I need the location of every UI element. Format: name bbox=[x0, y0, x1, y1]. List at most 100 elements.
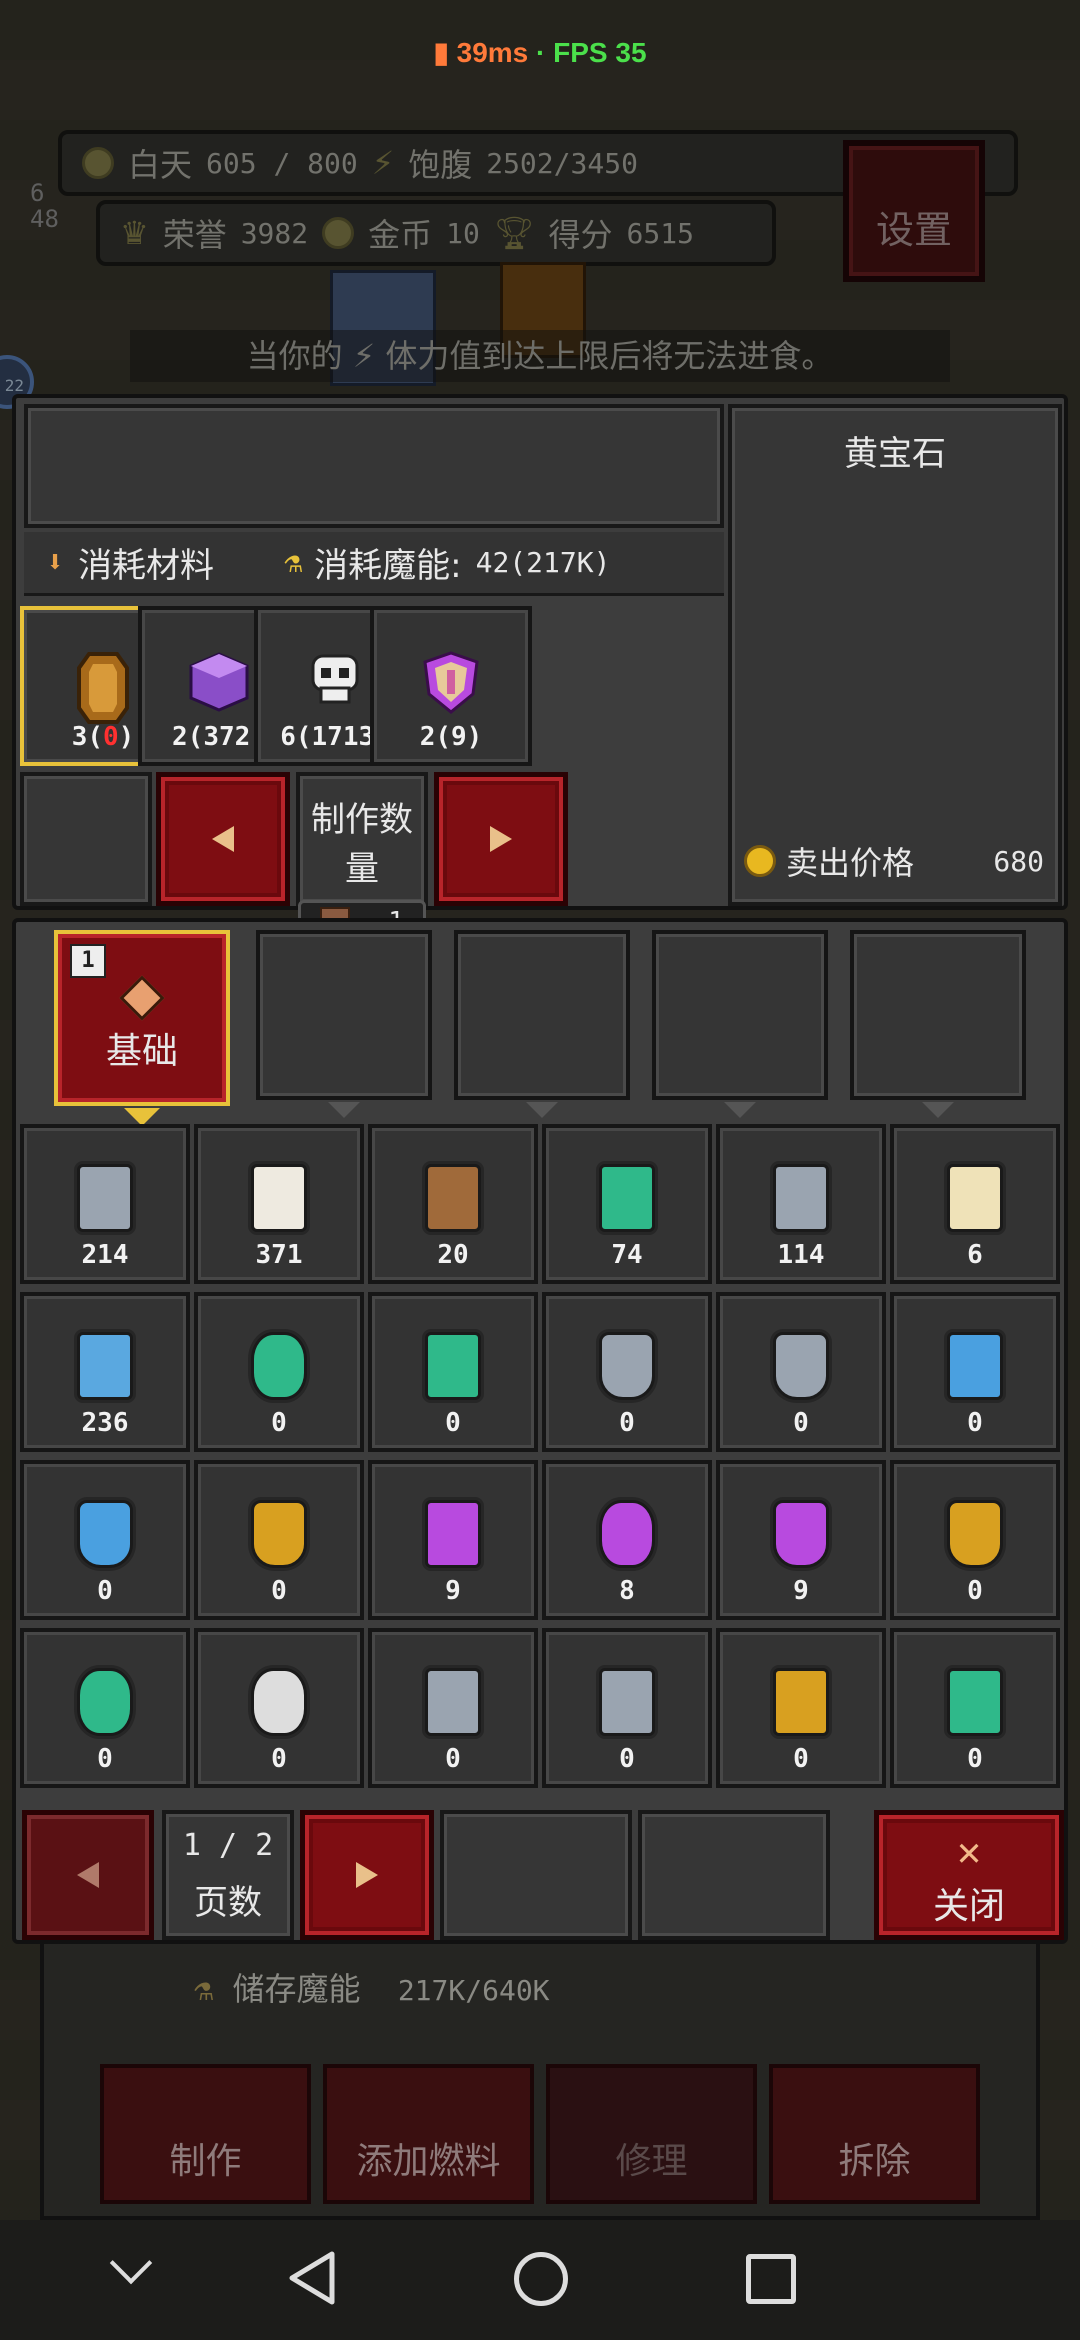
chevron-down-icon[interactable] bbox=[109, 2241, 153, 2285]
gold-totem-icon bbox=[773, 1668, 829, 1736]
item-count: 0 bbox=[967, 1408, 983, 1438]
item-count: 0 bbox=[271, 1408, 287, 1438]
inventory-slot[interactable]: 0 bbox=[194, 1292, 364, 1452]
green-totem-icon bbox=[947, 1668, 1003, 1736]
close-button[interactable]: ✕ 关闭 bbox=[874, 1810, 1064, 1940]
mana-header-label: 消耗魔能: bbox=[314, 546, 462, 586]
quantity-decrease-button[interactable] bbox=[156, 772, 290, 906]
inventory-slot[interactable]: 0 bbox=[20, 1628, 190, 1788]
blue-cross-shield-icon bbox=[77, 1500, 133, 1568]
inventory-slot[interactable]: 114 bbox=[716, 1124, 886, 1284]
inventory-slot[interactable]: 6 bbox=[890, 1124, 1060, 1284]
item-count: 114 bbox=[777, 1240, 825, 1270]
item-count: 9 bbox=[445, 1576, 461, 1606]
item-count: 20 bbox=[437, 1240, 469, 1270]
inventory-slot[interactable]: 0 bbox=[368, 1292, 538, 1452]
inventory-slot[interactable]: 0 bbox=[890, 1460, 1060, 1620]
inventory-slot[interactable]: 0 bbox=[20, 1460, 190, 1620]
gray-cross-shield-icon bbox=[599, 1332, 655, 1400]
dismantle-button[interactable]: 拆除 bbox=[769, 2064, 980, 2204]
arrow-left-icon bbox=[77, 1862, 99, 1888]
inventory-slot[interactable]: 0 bbox=[716, 1628, 886, 1788]
purple-cube-icon bbox=[189, 652, 249, 712]
signal-icon: ▮ bbox=[433, 37, 449, 68]
item-count: 0 bbox=[967, 1744, 983, 1774]
close-icon: ✕ bbox=[956, 1829, 982, 1875]
item-info-panel: 黄宝石 卖出价格 680 bbox=[728, 404, 1062, 906]
page-next-button[interactable] bbox=[300, 1810, 434, 1940]
inventory-slot[interactable]: 0 bbox=[368, 1628, 538, 1788]
item-count: 0 bbox=[97, 1744, 113, 1774]
sell-price-value: 680 bbox=[993, 844, 1044, 878]
item-count: 0 bbox=[793, 1408, 809, 1438]
gray-cloth-icon bbox=[77, 1164, 133, 1232]
skull-emblem-icon bbox=[251, 1668, 307, 1736]
gray-shield-icon bbox=[773, 1332, 829, 1400]
empty-slot bbox=[20, 772, 152, 906]
inventory-slot[interactable]: 20 bbox=[368, 1124, 538, 1284]
arrow-down-icon bbox=[328, 1102, 360, 1118]
arrow-left-icon bbox=[212, 826, 234, 852]
quantity-increase-button[interactable] bbox=[434, 772, 568, 906]
material-slot[interactable]: 2(9) bbox=[370, 606, 532, 766]
gold-green-shield-icon bbox=[947, 1500, 1003, 1568]
empty-slot bbox=[638, 1810, 830, 1940]
recipe-preview bbox=[24, 404, 724, 528]
spray-bottle-icon bbox=[77, 1332, 133, 1400]
recents-icon[interactable] bbox=[746, 2254, 796, 2304]
craft-button[interactable]: 制作 bbox=[100, 2064, 311, 2204]
inventory-slot[interactable]: 9 bbox=[716, 1460, 886, 1620]
inventory-slot[interactable]: 371 bbox=[194, 1124, 364, 1284]
repair-button[interactable]: 修理 bbox=[546, 2064, 757, 2204]
tab-empty[interactable] bbox=[850, 930, 1026, 1118]
tab-label: 基础 bbox=[105, 1031, 178, 1072]
inventory-slot[interactable]: 9 bbox=[368, 1460, 538, 1620]
arrow-right-icon bbox=[356, 1862, 378, 1888]
latency-value: 39ms bbox=[456, 37, 529, 68]
back-icon[interactable] bbox=[288, 2250, 336, 2306]
arrow-down-icon: ⬇ bbox=[46, 545, 65, 580]
tab-basic[interactable]: 1 基础 bbox=[54, 930, 230, 1126]
white-scroll-icon bbox=[251, 1164, 307, 1232]
inventory-slot[interactable]: 74 bbox=[542, 1124, 712, 1284]
inventory-slot[interactable]: 0 bbox=[716, 1292, 886, 1452]
gold-shield-icon bbox=[251, 1500, 307, 1568]
amber-gem-icon bbox=[77, 652, 129, 724]
tab-empty[interactable] bbox=[454, 930, 630, 1118]
inventory-panel: 1 基础 214 371 20 74 114 6 236 0 0 0 0 0 0 0 9 8 9 0 0 0 0 0 0 0 … bbox=[12, 918, 1068, 1944]
building-panel: ⚗ 储存魔能 217K/640K 制作 添加燃料 修理 拆除 bbox=[40, 1940, 1040, 2220]
tab-empty[interactable] bbox=[256, 930, 432, 1118]
arrow-down-icon bbox=[724, 1102, 756, 1118]
perf-overlay: ▮ 39ms · FPS 35 bbox=[0, 36, 1080, 69]
flask-icon: ⚗ bbox=[284, 545, 303, 580]
item-count: 0 bbox=[445, 1744, 461, 1774]
inventory-slot[interactable]: 0 bbox=[890, 1628, 1060, 1788]
tab-empty[interactable] bbox=[652, 930, 828, 1118]
add-fuel-button[interactable]: 添加燃料 bbox=[323, 2064, 534, 2204]
home-icon[interactable] bbox=[514, 2252, 568, 2306]
arrow-down-icon bbox=[526, 1102, 558, 1118]
craft-panel: ⬇ 消耗材料 ⚗ 消耗魔能: 42(217K) 3(0) 2(372) 6(17… bbox=[12, 394, 1068, 944]
inventory-slot[interactable]: 8 bbox=[542, 1460, 712, 1620]
inventory-slot[interactable]: 0 bbox=[194, 1460, 364, 1620]
inventory-slot[interactable]: 0 bbox=[194, 1628, 364, 1788]
item-count: 74 bbox=[611, 1240, 643, 1270]
inventory-slot[interactable]: 0 bbox=[542, 1628, 712, 1788]
purple-tablet-icon bbox=[425, 1500, 481, 1568]
item-count: 9 bbox=[793, 1576, 809, 1606]
purple-cross-emblem-icon bbox=[599, 1500, 655, 1568]
purple-shield-icon bbox=[773, 1500, 829, 1568]
inventory-slot[interactable]: 0 bbox=[542, 1292, 712, 1452]
inventory-slot[interactable]: 236 bbox=[20, 1292, 190, 1452]
empty-slot bbox=[440, 1810, 632, 1940]
blue-tablet-icon bbox=[947, 1332, 1003, 1400]
clay-bowl-icon bbox=[425, 1164, 481, 1232]
gray-jar-icon bbox=[773, 1164, 829, 1232]
mana-header-value: 42(217K) bbox=[475, 546, 611, 579]
inventory-slot[interactable]: 0 bbox=[890, 1292, 1060, 1452]
page-prev-button[interactable] bbox=[22, 1810, 154, 1940]
close-label: 关闭 bbox=[932, 1886, 1005, 1927]
arrow-right-icon bbox=[490, 826, 512, 852]
purple-shield-icon bbox=[423, 651, 479, 714]
inventory-slot[interactable]: 214 bbox=[20, 1124, 190, 1284]
